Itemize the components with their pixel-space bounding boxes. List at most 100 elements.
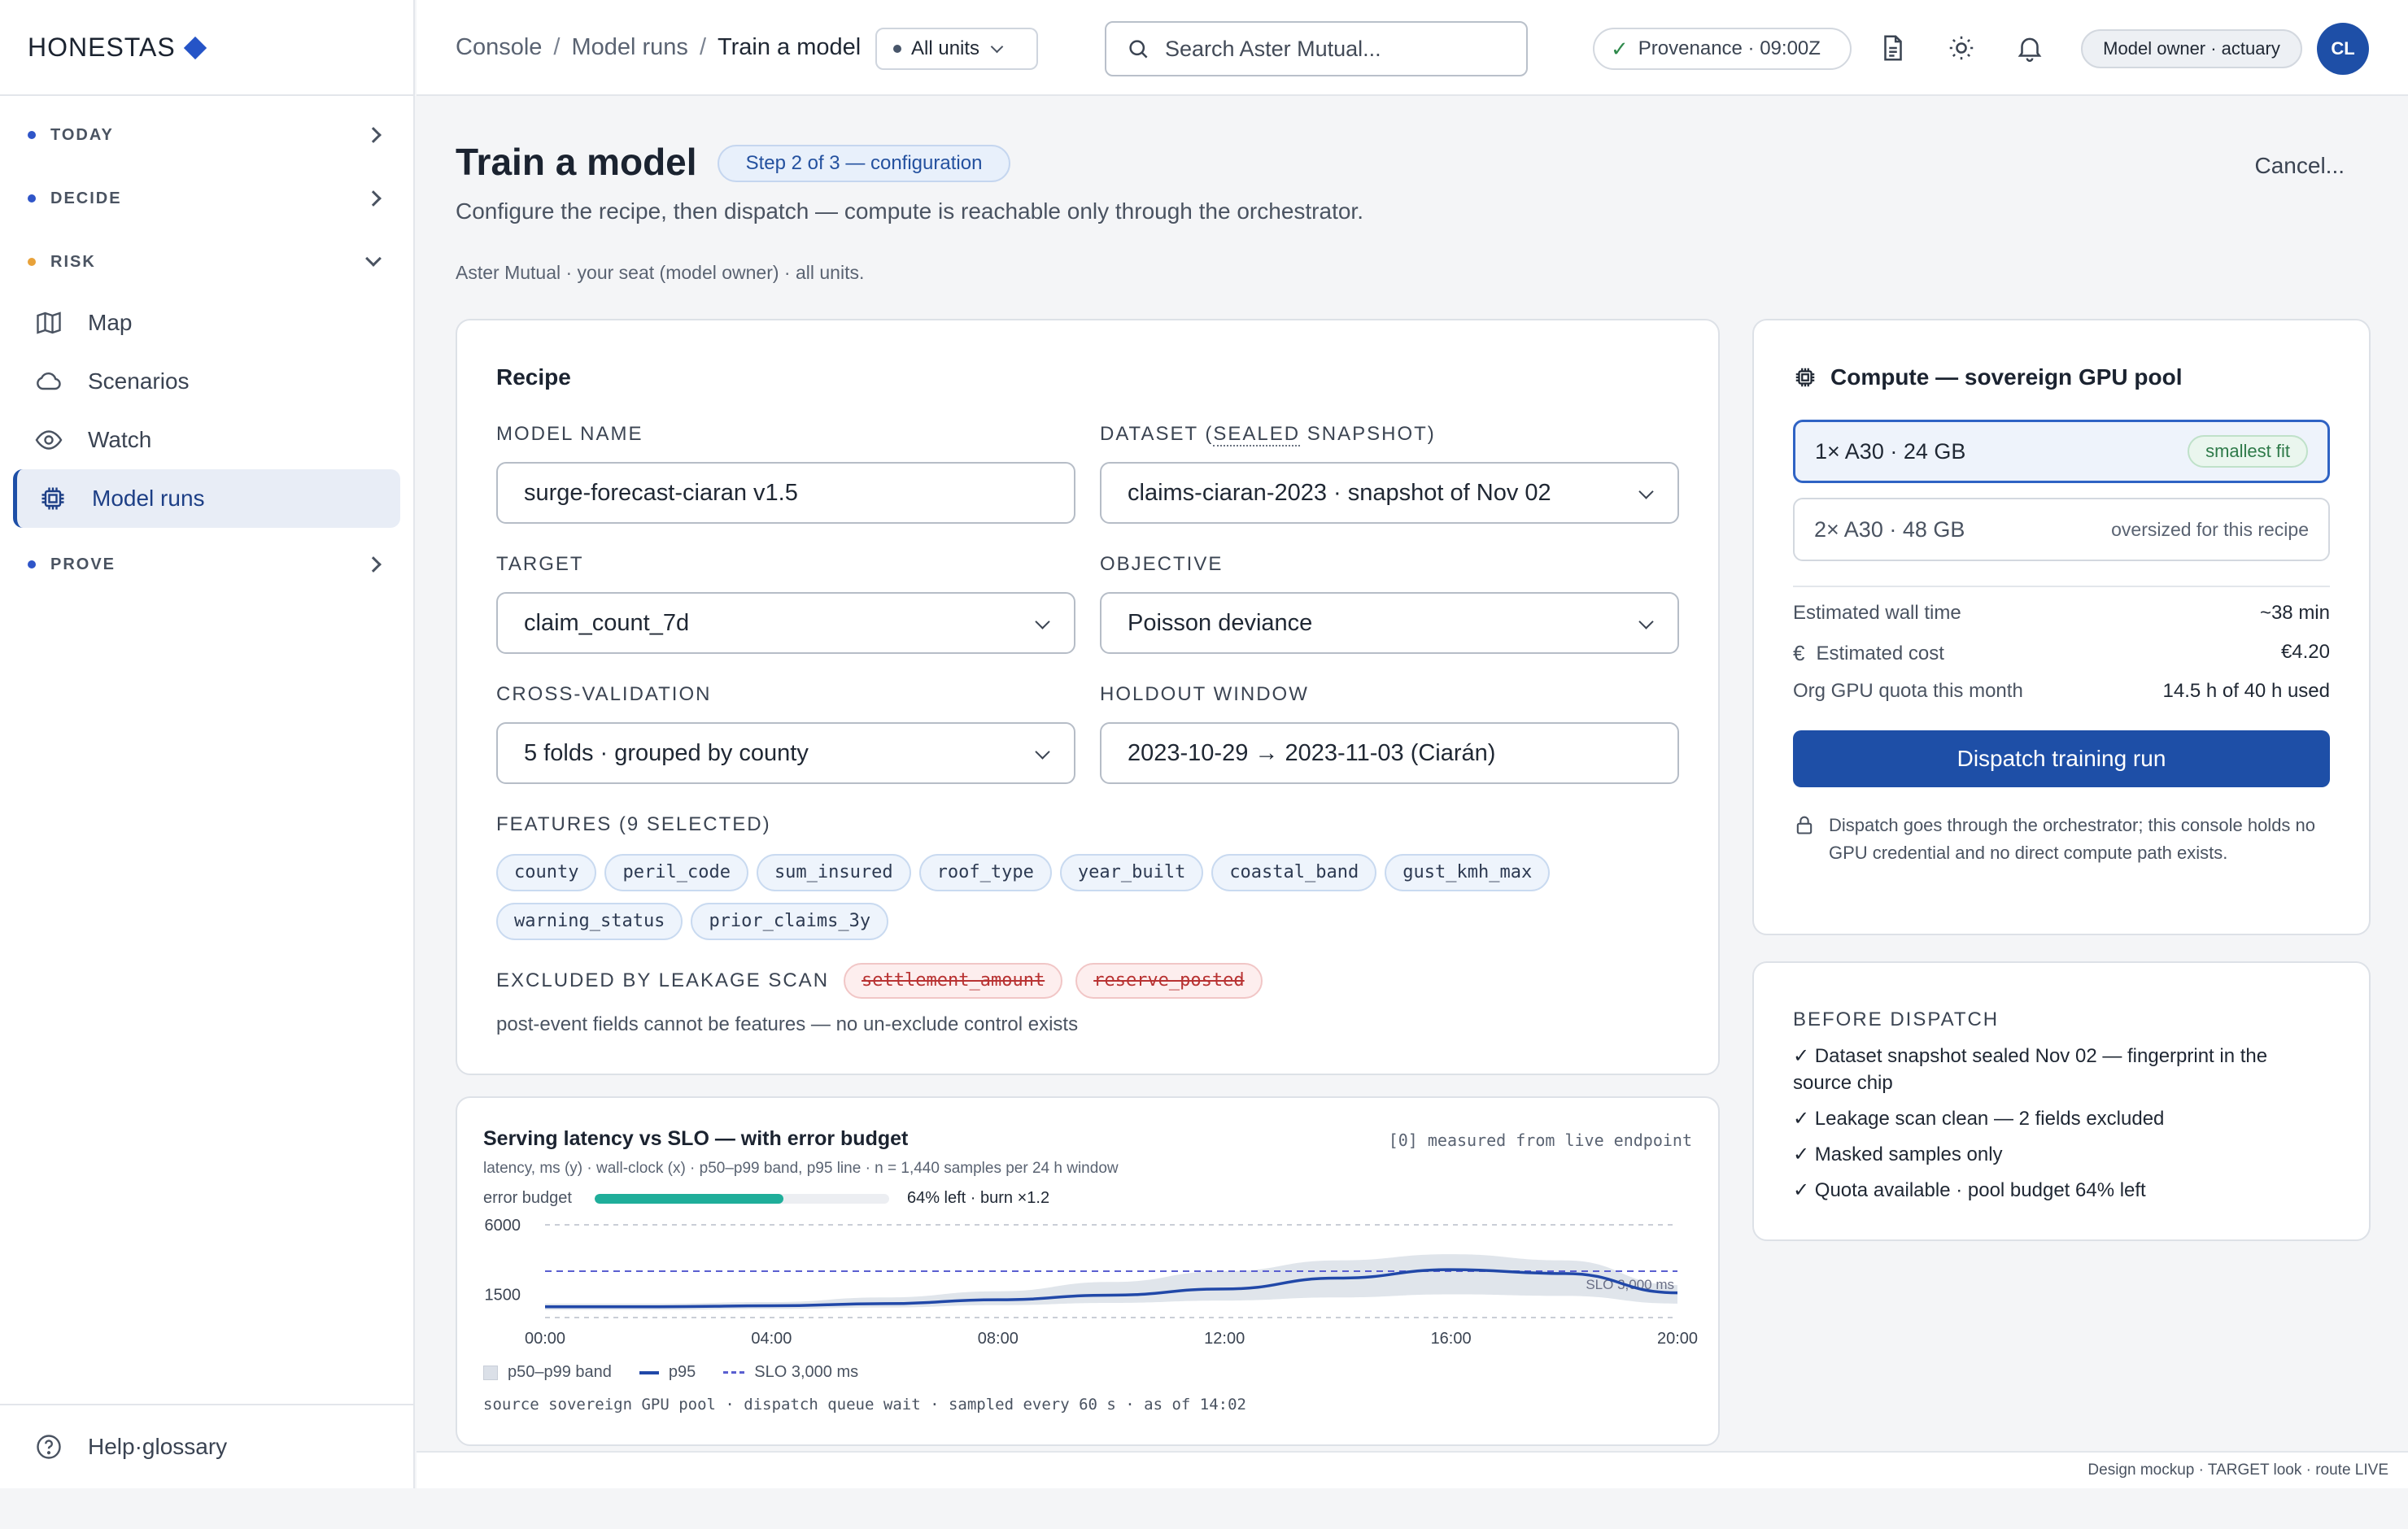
excluded-chip: settlement_amount [844, 963, 1063, 999]
help-glossary-link[interactable]: Help·glossary [0, 1404, 413, 1488]
dispatch-training-run-button[interactable]: Dispatch training run [1793, 730, 2330, 787]
gpu-option-2x-a30[interactable]: 2× A30 · 48 GB oversized for this recipe [1793, 498, 2330, 561]
quota-label: Org GPU quota this month [1793, 680, 2023, 702]
breadcrumb-model-runs[interactable]: Model runs [571, 34, 687, 61]
dataset-select[interactable]: claims-ciaran-2023 · snapshot of Nov 02 [1100, 462, 1679, 524]
units-label: All units [911, 37, 980, 59]
sidebar-item-model-runs[interactable]: Model runs [13, 469, 400, 528]
y-tick-label: 6000 [485, 1217, 521, 1235]
line-swatch-icon [639, 1370, 659, 1374]
provenance-badge[interactable]: ✓ Provenance · 09:00Z [1593, 28, 1852, 70]
quota-row: Org GPU quota this month 14.5 h of 40 h … [1793, 680, 2330, 703]
nav-section-label: RISK [50, 252, 96, 271]
chevron-down-icon [1035, 614, 1050, 629]
document-icon[interactable] [1878, 33, 1909, 63]
nav-section-label: PROVE [50, 555, 116, 573]
cancel-button[interactable]: Cancel... [2255, 153, 2345, 179]
feature-chip[interactable]: prior_claims_3y [691, 903, 889, 940]
excluded-chip: reserve_posted [1075, 963, 1263, 999]
section-dot-icon [28, 560, 36, 568]
error-budget-bar [594, 1193, 889, 1204]
sidebar-item-watch[interactable]: Watch [0, 411, 413, 469]
chart-source: source sovereign GPU pool · dispatch que… [483, 1396, 1246, 1414]
gpu-option-label: 1× A30 · 24 GB [1815, 438, 1966, 464]
feature-chip[interactable]: coastal_band [1211, 854, 1377, 891]
feature-chip[interactable]: gust_kmh_max [1385, 854, 1551, 891]
legend-band-label: p50–p99 band [508, 1363, 612, 1381]
target-label: TARGET [496, 553, 584, 575]
nav-section-prove[interactable]: PROVE [0, 533, 413, 596]
chart-measurement-note: [0] measured from live endpoint [1388, 1130, 1692, 1150]
chart-subtitle: latency, ms (y) · wall-clock (x) · p50–p… [483, 1160, 1119, 1177]
error-budget-label: error budget [483, 1189, 572, 1207]
x-tick-label: 16:00 [1431, 1330, 1472, 1348]
gpu-option-1x-a30[interactable]: 1× A30 · 24 GB smallest fit [1793, 420, 2330, 483]
y-tick-label: 1500 [485, 1287, 521, 1305]
quota-value: 14.5 h of 40 h used [2162, 680, 2331, 702]
breadcrumb-separator: / [699, 33, 706, 60]
recipe-heading: Recipe [496, 364, 571, 390]
x-tick-label: 00:00 [525, 1330, 565, 1348]
search-icon [1129, 40, 1148, 59]
step-badge: Step 2 of 3 — configuration [718, 145, 1010, 182]
help-label: Help·glossary [88, 1434, 228, 1459]
units-selector[interactable]: All units [875, 28, 1038, 70]
nav-section-decide[interactable]: DECIDE [0, 167, 413, 230]
error-budget-fill [594, 1193, 783, 1204]
holdout-label: HOLDOUT WINDOW [1100, 683, 1309, 705]
role-badge[interactable]: Model owner · actuary [2081, 29, 2302, 68]
nav-section-label: TODAY [50, 125, 114, 144]
oversized-note: oversized for this recipe [2111, 518, 2309, 540]
breadcrumb-separator: / [553, 33, 561, 60]
before-dispatch-card: BEFORE DISPATCH ✓ Dataset snapshot seale… [1752, 961, 2371, 1241]
feature-chip[interactable]: peril_code [604, 854, 748, 891]
smallest-fit-badge: smallest fit [2188, 435, 2308, 468]
chip-icon [41, 487, 64, 510]
breadcrumb: Console / Model runs / Train a model [456, 34, 861, 61]
sidebar-item-label: Scenarios [88, 368, 190, 394]
sidebar-item-map[interactable]: Map [0, 294, 413, 352]
theme-sun-icon[interactable] [1946, 33, 1977, 63]
bell-icon[interactable] [2014, 33, 2045, 63]
feature-chip[interactable]: roof_type [918, 854, 1052, 891]
nav-section-risk[interactable]: RISK [0, 230, 413, 294]
brand-logo[interactable]: HONESTAS [0, 0, 413, 96]
excluded-row: EXCLUDED BY LEAKAGE SCAN settlement_amou… [496, 963, 1276, 999]
features-label: FEATURES (9 SELECTED) [496, 813, 771, 835]
breadcrumb-console[interactable]: Console [456, 34, 542, 61]
feature-chip[interactable]: year_built [1059, 854, 1204, 891]
feature-chip[interactable]: warning_status [496, 903, 683, 940]
search-input[interactable]: Search Aster Mutual... [1105, 21, 1528, 76]
sidebar-item-scenarios[interactable]: Scenarios [0, 352, 413, 411]
target-select[interactable]: claim_count_7d [496, 592, 1075, 654]
page-title: Train a model [456, 141, 697, 183]
cloud-icon [37, 372, 61, 390]
latency-chart: SLO 3,000 ms 6000 1500 00:00 04:00 08:00 12:00… [485, 1217, 1699, 1348]
legend-band: p50–p99 band [483, 1363, 612, 1382]
compute-card: Compute — sovereign GPU pool 1× A30 · 24… [1752, 319, 2371, 935]
sidebar-item-label: Map [88, 310, 133, 335]
brand-diamond-icon [183, 36, 207, 60]
holdout-window-field[interactable]: 2023-10-29 → 2023-11-03 (Ciarán) [1100, 722, 1679, 784]
model-name-field[interactable]: surge-forecast-ciaran v1.5 [496, 462, 1075, 524]
objective-select[interactable]: Poisson deviance [1100, 592, 1679, 654]
model-name-label: MODEL NAME [496, 423, 643, 445]
dataset-label: DATASET (SEALED SNAPSHOT) [1100, 423, 1436, 447]
target-value: claim_count_7d [524, 609, 690, 636]
cost-row: € Estimated cost €4.20 [1793, 641, 2330, 666]
feature-chip[interactable]: county [496, 854, 597, 891]
euro-icon: € [1793, 641, 1805, 665]
checklist-item: ✓ Quota available · pool budget 64% left [1793, 1179, 2146, 1201]
nav-section-today[interactable]: TODAY [0, 103, 413, 167]
dashed-swatch-icon [723, 1371, 745, 1374]
chevron-down-icon [1638, 484, 1654, 499]
orchestrator-note-text: Dispatch goes through the orchestrator; … [1829, 815, 2316, 863]
cv-label: CROSS-VALIDATION [496, 683, 712, 705]
before-dispatch-heading: BEFORE DISPATCH [1793, 1008, 2000, 1030]
compute-heading: Compute — sovereign GPU pool [1793, 364, 2182, 390]
avatar[interactable]: CL [2317, 23, 2369, 75]
cross-validation-select[interactable]: 5 folds · grouped by county [496, 722, 1075, 784]
wall-time-label: Estimated wall time [1793, 602, 1961, 624]
feature-chip[interactable]: sum_insured [756, 854, 911, 891]
brand-name: HONESTAS [28, 32, 176, 62]
